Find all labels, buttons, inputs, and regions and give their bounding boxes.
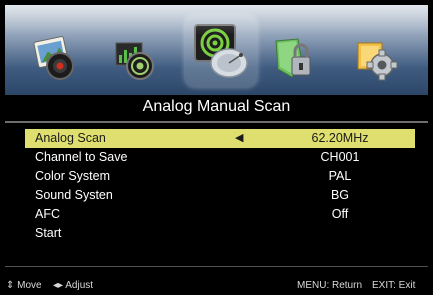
channel-menu-icon[interactable] xyxy=(189,19,253,83)
menu-icon-bar xyxy=(5,5,428,95)
analog-scan-value: 62.20MHz xyxy=(311,131,369,145)
channel-to-save-label: Channel to Save xyxy=(35,150,128,164)
adjust-hint: ◂▸ Adjust xyxy=(53,280,94,291)
picture-menu-icon[interactable] xyxy=(30,33,80,83)
channel-to-save-value: CH001 xyxy=(320,150,360,164)
footer-hints: ⇕ Move ◂▸ Adjust MENU: Return EXIT: Exit xyxy=(0,279,433,293)
sound-menu-icon[interactable] xyxy=(110,33,160,83)
color-system-row[interactable]: Color System PAL xyxy=(25,167,415,186)
start-row[interactable]: Start xyxy=(25,224,415,243)
start-label: Start xyxy=(35,226,62,240)
afc-label: AFC xyxy=(35,207,60,221)
sound-system-label: Sound Systen xyxy=(35,188,113,202)
setup-menu-icon[interactable] xyxy=(350,33,400,83)
analog-scan-row[interactable]: Analog Scan ◀ 62.20MHz xyxy=(25,129,415,148)
color-system-label: Color System xyxy=(35,169,111,183)
color-system-value: PAL xyxy=(328,169,352,183)
menu-return-hint: MENU: Return xyxy=(297,280,363,291)
channel-to-save-row[interactable]: Channel to Save CH001 xyxy=(25,148,415,167)
move-hint: ⇕ Move xyxy=(6,280,42,291)
afc-row[interactable]: AFC Off xyxy=(25,205,415,224)
tv-menu-screen: Analog Manual Scan Analog Scan ◀ 62.20MH… xyxy=(0,0,433,295)
left-arrow-icon[interactable]: ◀ xyxy=(235,129,243,148)
exit-hint: EXIT: Exit xyxy=(372,280,416,291)
page-title: Analog Manual Scan xyxy=(142,98,291,115)
afc-value: Off xyxy=(331,207,349,221)
analog-scan-label: Analog Scan xyxy=(35,131,106,145)
sound-system-row[interactable]: Sound Systen BG xyxy=(25,186,415,205)
settings-list: Analog Scan ◀ 62.20MHz Channel to Save C… xyxy=(25,129,415,243)
sound-system-value: BG xyxy=(330,188,350,202)
footer-divider xyxy=(5,266,428,267)
lock-menu-icon[interactable] xyxy=(268,33,318,83)
title-divider xyxy=(5,121,428,123)
